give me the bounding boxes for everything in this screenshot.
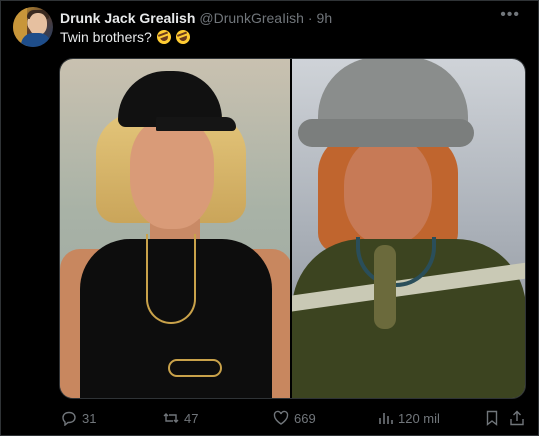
tweet-media[interactable] (59, 58, 526, 399)
reply-icon (61, 410, 77, 426)
avatar-face (29, 13, 47, 35)
tweet-text: Twin brothers? (60, 28, 192, 46)
media-photo-right[interactable] (292, 59, 525, 398)
photo-necklace (146, 234, 196, 324)
view-count: 120 mil (398, 410, 440, 426)
media-photo-left[interactable] (60, 59, 290, 398)
photo-sunglasses (168, 359, 222, 377)
ellipsis-icon[interactable]: ••• (500, 6, 520, 24)
views-button[interactable]: 120 mil (377, 407, 440, 429)
rolling-laughing-emoji-icon (154, 28, 173, 46)
author-avatar[interactable] (13, 7, 53, 47)
like-button[interactable]: 669 (273, 407, 316, 429)
bar-chart-icon (377, 410, 393, 426)
tweet-timestamp[interactable]: 9h (317, 10, 333, 26)
like-count: 669 (294, 410, 316, 426)
reply-count: 31 (82, 410, 97, 426)
author-name[interactable]: Drunk Jack Grealish (60, 10, 195, 26)
avatar-body (21, 33, 51, 47)
share-icon (509, 410, 525, 426)
share-button[interactable] (509, 407, 525, 429)
tweet-header: Drunk Jack Grealish @DrunkGreaIish · 9h (60, 9, 332, 27)
photo-hat-brim (298, 119, 474, 147)
heart-icon (273, 410, 289, 426)
reply-button[interactable]: 31 (61, 407, 96, 429)
bookmark-icon (484, 410, 500, 426)
photo-face (130, 119, 214, 229)
repost-count: 47 (184, 410, 199, 426)
header-separator: · (307, 10, 313, 26)
photo-cap-brim (156, 117, 236, 131)
photo-hanging-sunglasses (374, 245, 396, 329)
bookmark-button[interactable] (484, 407, 500, 429)
photo-face (344, 137, 432, 245)
rolling-laughing-emoji-icon (173, 28, 192, 46)
author-handle[interactable]: @DrunkGreaIish (199, 10, 303, 26)
repost-icon (163, 410, 179, 426)
tweet-actions: 31 47 669 120 mil (59, 407, 526, 429)
repost-button[interactable]: 47 (163, 407, 198, 429)
tweet-card[interactable]: Drunk Jack Grealish @DrunkGreaIish · 9h … (0, 0, 539, 436)
tweet-body: Twin brothers? (60, 29, 152, 45)
